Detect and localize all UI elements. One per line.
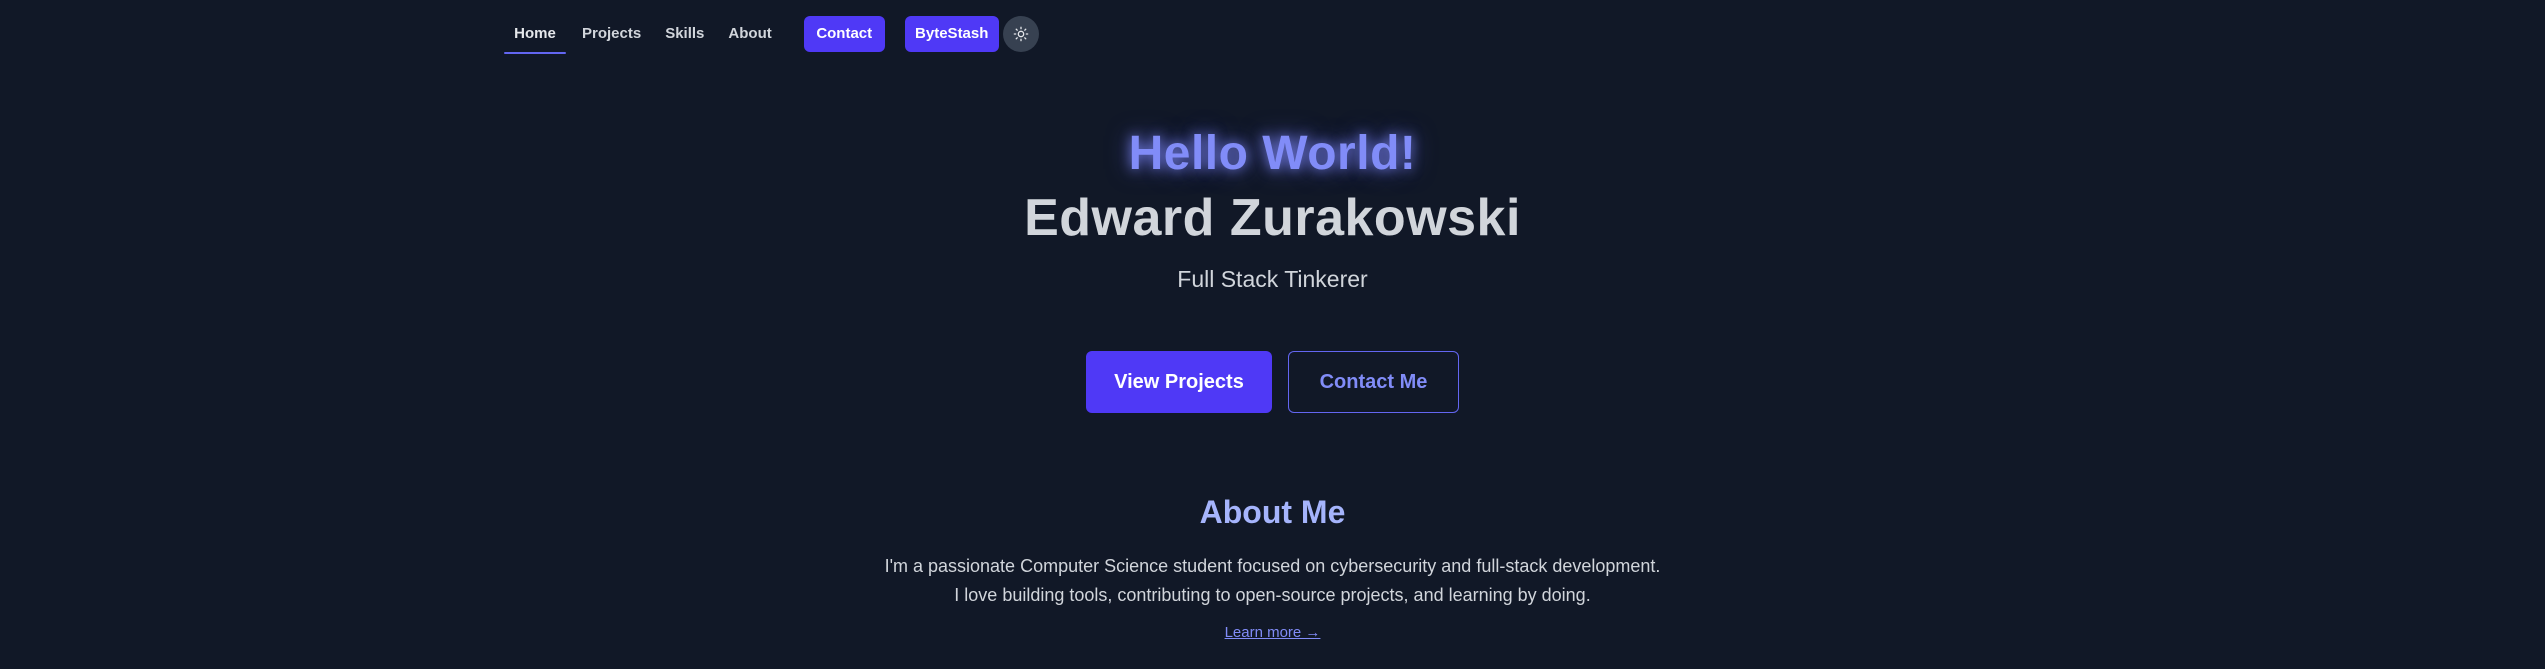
about-line-1: I'm a passionate Computer Science studen…	[884, 556, 1661, 576]
hero-greeting: Hello World!	[1128, 127, 1417, 180]
hero-section: Hello World! Edward Zurakowski Full Stac…	[0, 122, 2545, 294]
nav-link-about[interactable]: About	[716, 16, 783, 52]
learn-more-link[interactable]: Learn more →	[1225, 624, 1321, 641]
nav-link-projects[interactable]: Projects	[570, 16, 653, 52]
about-line-2: I love building tools, contributing to o…	[954, 585, 1591, 605]
view-projects-button[interactable]: View Projects	[1086, 351, 1272, 413]
sun-icon	[1013, 26, 1029, 42]
about-title: About Me	[1199, 494, 1346, 530]
about-text: I'm a passionate Computer Science studen…	[0, 552, 2545, 610]
contact-button[interactable]: Contact	[803, 16, 885, 52]
top-navigation: Home Projects Skills About Contact ByteS…	[504, 16, 1039, 54]
nav-link-skills[interactable]: Skills	[653, 16, 716, 52]
hero-name: Edward Zurakowski	[1024, 189, 1521, 247]
hero-buttons: View Projects Contact Me	[0, 351, 2545, 413]
theme-toggle-button[interactable]	[1002, 16, 1039, 52]
nav-link-home[interactable]: Home	[504, 16, 566, 54]
contact-me-button[interactable]: Contact Me	[1288, 351, 1459, 413]
about-section: About Me I'm a passionate Computer Scien…	[0, 490, 2545, 642]
bytestash-button[interactable]: ByteStash	[904, 16, 999, 52]
hero-tagline: Full Stack Tinkerer	[1177, 266, 1368, 292]
